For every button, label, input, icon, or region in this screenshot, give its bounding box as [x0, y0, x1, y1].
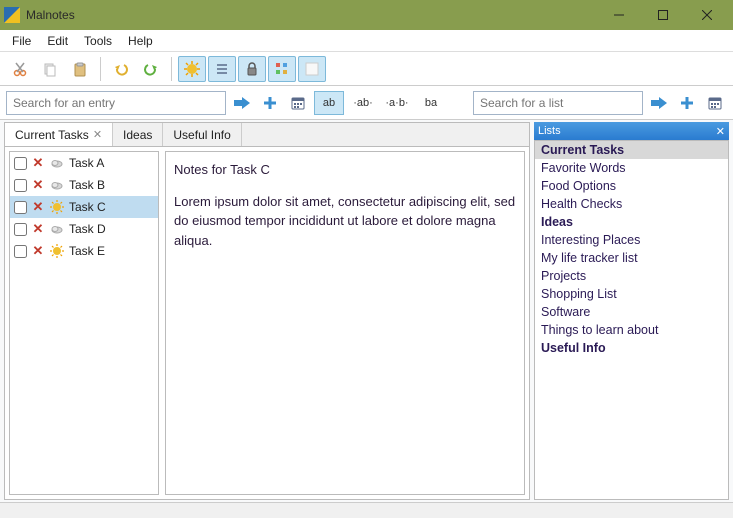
tab-current-tasks[interactable]: Current Tasks ✕ [5, 123, 113, 146]
task-checkbox[interactable] [14, 179, 27, 192]
lists-header: Lists ✕ [534, 122, 729, 140]
entry-search-go-button[interactable] [230, 91, 254, 115]
entry-search-input[interactable] [6, 91, 226, 115]
sun-icon [49, 199, 65, 215]
left-column: Current Tasks ✕ Ideas Useful Info ✕ Task A ✕ T… [4, 122, 530, 500]
task-checkbox[interactable] [14, 157, 27, 170]
tab-ideas[interactable]: Ideas [113, 123, 163, 146]
task-delete-icon[interactable]: ✕ [31, 221, 45, 237]
list-item[interactable]: Shopping List [535, 285, 728, 303]
tab-useful-info[interactable]: Useful Info [163, 123, 241, 146]
task-name: Task B [69, 178, 105, 192]
add-list-button[interactable] [675, 91, 699, 115]
grid-view-button[interactable] [268, 56, 296, 82]
maximize-button[interactable] [641, 0, 685, 30]
paste-button[interactable] [66, 56, 94, 82]
list-item[interactable]: Projects [535, 267, 728, 285]
task-name: Task C [69, 200, 106, 214]
tab-strip: Current Tasks ✕ Ideas Useful Info [4, 122, 530, 146]
note-title: Notes for Task C [174, 160, 516, 180]
format-a-b-button[interactable]: ·a·b· [382, 91, 412, 115]
task-checkbox[interactable] [14, 201, 27, 214]
main-toolbar [0, 52, 733, 86]
task-delete-icon[interactable]: ✕ [31, 155, 45, 171]
blank-button[interactable] [298, 56, 326, 82]
list-item[interactable]: Ideas [535, 213, 728, 231]
cloud-icon [49, 155, 65, 171]
cloud-icon [49, 177, 65, 193]
task-row[interactable]: ✕ Task A [10, 152, 158, 174]
task-list: ✕ Task A ✕ Task B ✕ Task C ✕ Task D ✕ Task E [9, 151, 159, 495]
calendar-list-button[interactable] [703, 91, 727, 115]
list-item[interactable]: Current Tasks [535, 141, 728, 159]
list-search-go-button[interactable] [647, 91, 671, 115]
tab-body: ✕ Task A ✕ Task B ✕ Task C ✕ Task D ✕ Task E Note… [4, 146, 530, 500]
close-button[interactable] [685, 0, 729, 30]
list-item[interactable]: Health Checks [535, 195, 728, 213]
list-item[interactable]: Software [535, 303, 728, 321]
task-checkbox[interactable] [14, 245, 27, 258]
titlebar: Malnotes [0, 0, 733, 30]
task-delete-icon[interactable]: ✕ [31, 199, 45, 215]
list-item[interactable]: Useful Info [535, 339, 728, 357]
cloud-icon [49, 221, 65, 237]
menu-file[interactable]: File [4, 32, 39, 50]
format-ba-button[interactable]: ba [416, 91, 446, 115]
task-delete-icon[interactable]: ✕ [31, 243, 45, 259]
toolbar-separator [100, 57, 101, 81]
menu-help[interactable]: Help [120, 32, 161, 50]
notes-panel[interactable]: Notes for Task C Lorem ipsum dolor sit a… [165, 151, 525, 495]
format-ab-button[interactable]: ab [314, 91, 344, 115]
list-search-input[interactable] [473, 91, 643, 115]
copy-button[interactable] [36, 56, 64, 82]
search-bar: ab ·ab· ·a·b· ba [0, 86, 733, 120]
note-body: Lorem ipsum dolor sit amet, consectetur … [174, 192, 516, 251]
toolbar-separator [171, 57, 172, 81]
task-name: Task D [69, 222, 106, 236]
tab-close-icon[interactable]: ✕ [93, 128, 102, 141]
task-row[interactable]: ✕ Task B [10, 174, 158, 196]
list-view-button[interactable] [208, 56, 236, 82]
list-item[interactable]: My life tracker list [535, 249, 728, 267]
list-item[interactable]: Favorite Words [535, 159, 728, 177]
menu-tools[interactable]: Tools [76, 32, 120, 50]
list-item[interactable]: Interesting Places [535, 231, 728, 249]
tab-label: Ideas [123, 128, 152, 142]
calendar-entry-button[interactable] [286, 91, 310, 115]
content-area: Current Tasks ✕ Ideas Useful Info ✕ Task A ✕ T… [0, 120, 733, 502]
status-bar [0, 502, 733, 518]
minimize-button[interactable] [597, 0, 641, 30]
lists-close-icon[interactable]: ✕ [716, 125, 725, 138]
lists-body: Current TasksFavorite WordsFood OptionsH… [534, 140, 729, 500]
undo-button[interactable] [107, 56, 135, 82]
task-row[interactable]: ✕ Task E [10, 240, 158, 262]
lists-panel: Lists ✕ Current TasksFavorite WordsFood … [534, 122, 729, 500]
list-item[interactable]: Things to learn about [535, 321, 728, 339]
sun-icon [49, 243, 65, 259]
task-delete-icon[interactable]: ✕ [31, 177, 45, 193]
cut-button[interactable] [6, 56, 34, 82]
add-entry-button[interactable] [258, 91, 282, 115]
redo-button[interactable] [137, 56, 165, 82]
lock-button[interactable] [238, 56, 266, 82]
new-entry-button[interactable] [178, 56, 206, 82]
format-dot-ab-button[interactable]: ·ab· [348, 91, 378, 115]
lists-header-label: Lists [538, 125, 561, 137]
app-logo-icon [4, 7, 20, 23]
window-title: Malnotes [26, 8, 597, 22]
tab-label: Current Tasks [15, 128, 89, 142]
menu-edit[interactable]: Edit [39, 32, 76, 50]
task-name: Task A [69, 156, 104, 170]
menubar: File Edit Tools Help [0, 30, 733, 52]
tab-label: Useful Info [173, 128, 230, 142]
task-row[interactable]: ✕ Task D [10, 218, 158, 240]
list-item[interactable]: Food Options [535, 177, 728, 195]
task-row[interactable]: ✕ Task C [10, 196, 158, 218]
task-name: Task E [69, 244, 105, 258]
task-checkbox[interactable] [14, 223, 27, 236]
